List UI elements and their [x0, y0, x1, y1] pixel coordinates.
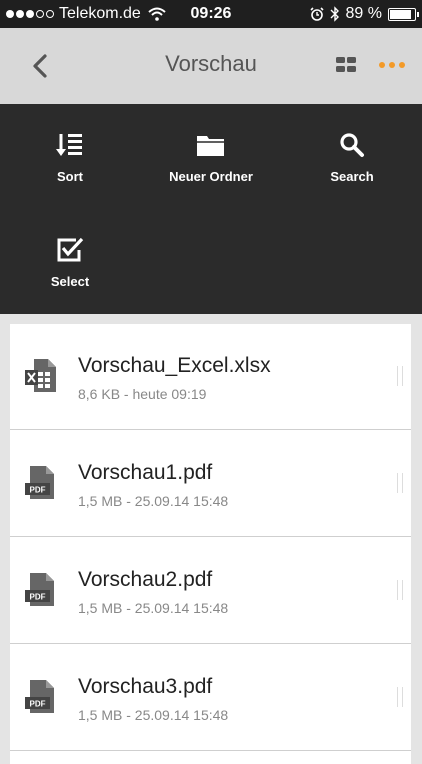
select-label: Select [50, 274, 90, 289]
pdf-file-icon: PDF [25, 466, 54, 499]
sort-button[interactable]: Sort [0, 132, 140, 184]
battery-icon [388, 7, 419, 21]
pdf-file-icon: PDF [25, 680, 54, 713]
file-name: Vorschau2.pdf [78, 568, 213, 591]
drag-handle-icon[interactable] [397, 580, 403, 600]
navigation-bar: Vorschau [0, 28, 422, 104]
action-toolbar: Sort Neuer Ordner Search Select [0, 104, 422, 314]
file-meta: 1,5 MB - 25.09.14 15:48 [78, 600, 229, 616]
bluetooth-icon [330, 6, 339, 22]
file-name: Vorschau_Excel.xlsx [78, 354, 271, 377]
file-row-pdf-3[interactable]: PDF Vorschau3.pdf 1,5 MB - 25.09.14 15:4… [10, 645, 411, 751]
drag-handle-icon[interactable] [397, 687, 403, 707]
more-options-icon[interactable] [378, 57, 406, 73]
pdf-file-icon: PDF [25, 573, 54, 606]
search-label: Search [330, 169, 374, 184]
new-folder-button[interactable]: Neuer Ordner [141, 132, 281, 184]
status-right: 89 % [309, 5, 419, 23]
drag-handle-icon[interactable] [397, 473, 403, 493]
file-row-excel[interactable]: Vorschau_Excel.xlsx 8,6 KB - heute 09:19 [10, 324, 411, 430]
folder-icon [197, 136, 224, 156]
pdf-badge: PDF [30, 593, 46, 602]
pdf-badge: PDF [30, 700, 46, 709]
pdf-badge: PDF [30, 486, 46, 495]
select-button[interactable]: Select [0, 237, 140, 289]
file-list: Vorschau_Excel.xlsx 8,6 KB - heute 09:19… [10, 324, 411, 764]
file-name: Vorschau3.pdf [78, 675, 213, 698]
file-meta: 8,6 KB - heute 09:19 [78, 386, 207, 402]
sort-icon [56, 134, 82, 156]
file-name: Vorschau1.pdf [78, 461, 213, 484]
battery-percentage: 89 % [345, 5, 382, 22]
search-button[interactable]: Search [282, 132, 422, 184]
alarm-clock-icon [309, 7, 324, 21]
file-row-pdf-2[interactable]: PDF Vorschau2.pdf 1,5 MB - 25.09.14 15:4… [10, 538, 411, 644]
search-icon [340, 133, 364, 157]
new-folder-label: Neuer Ordner [169, 169, 253, 184]
file-meta: 1,5 MB - 25.09.14 15:48 [78, 493, 229, 509]
file-row-pdf-1[interactable]: PDF Vorschau1.pdf 1,5 MB - 25.09.14 15:4… [10, 431, 411, 537]
sort-label: Sort [57, 169, 83, 184]
grid-view-icon[interactable] [336, 57, 356, 73]
drag-handle-icon[interactable] [397, 366, 403, 386]
page-title: Vorschau [165, 51, 257, 76]
file-meta: 1,5 MB - 25.09.14 15:48 [78, 707, 229, 723]
checkbox-icon [57, 237, 84, 262]
excel-file-icon [25, 359, 56, 392]
status-bar: Telekom.de 09:26 89 % [0, 0, 422, 28]
